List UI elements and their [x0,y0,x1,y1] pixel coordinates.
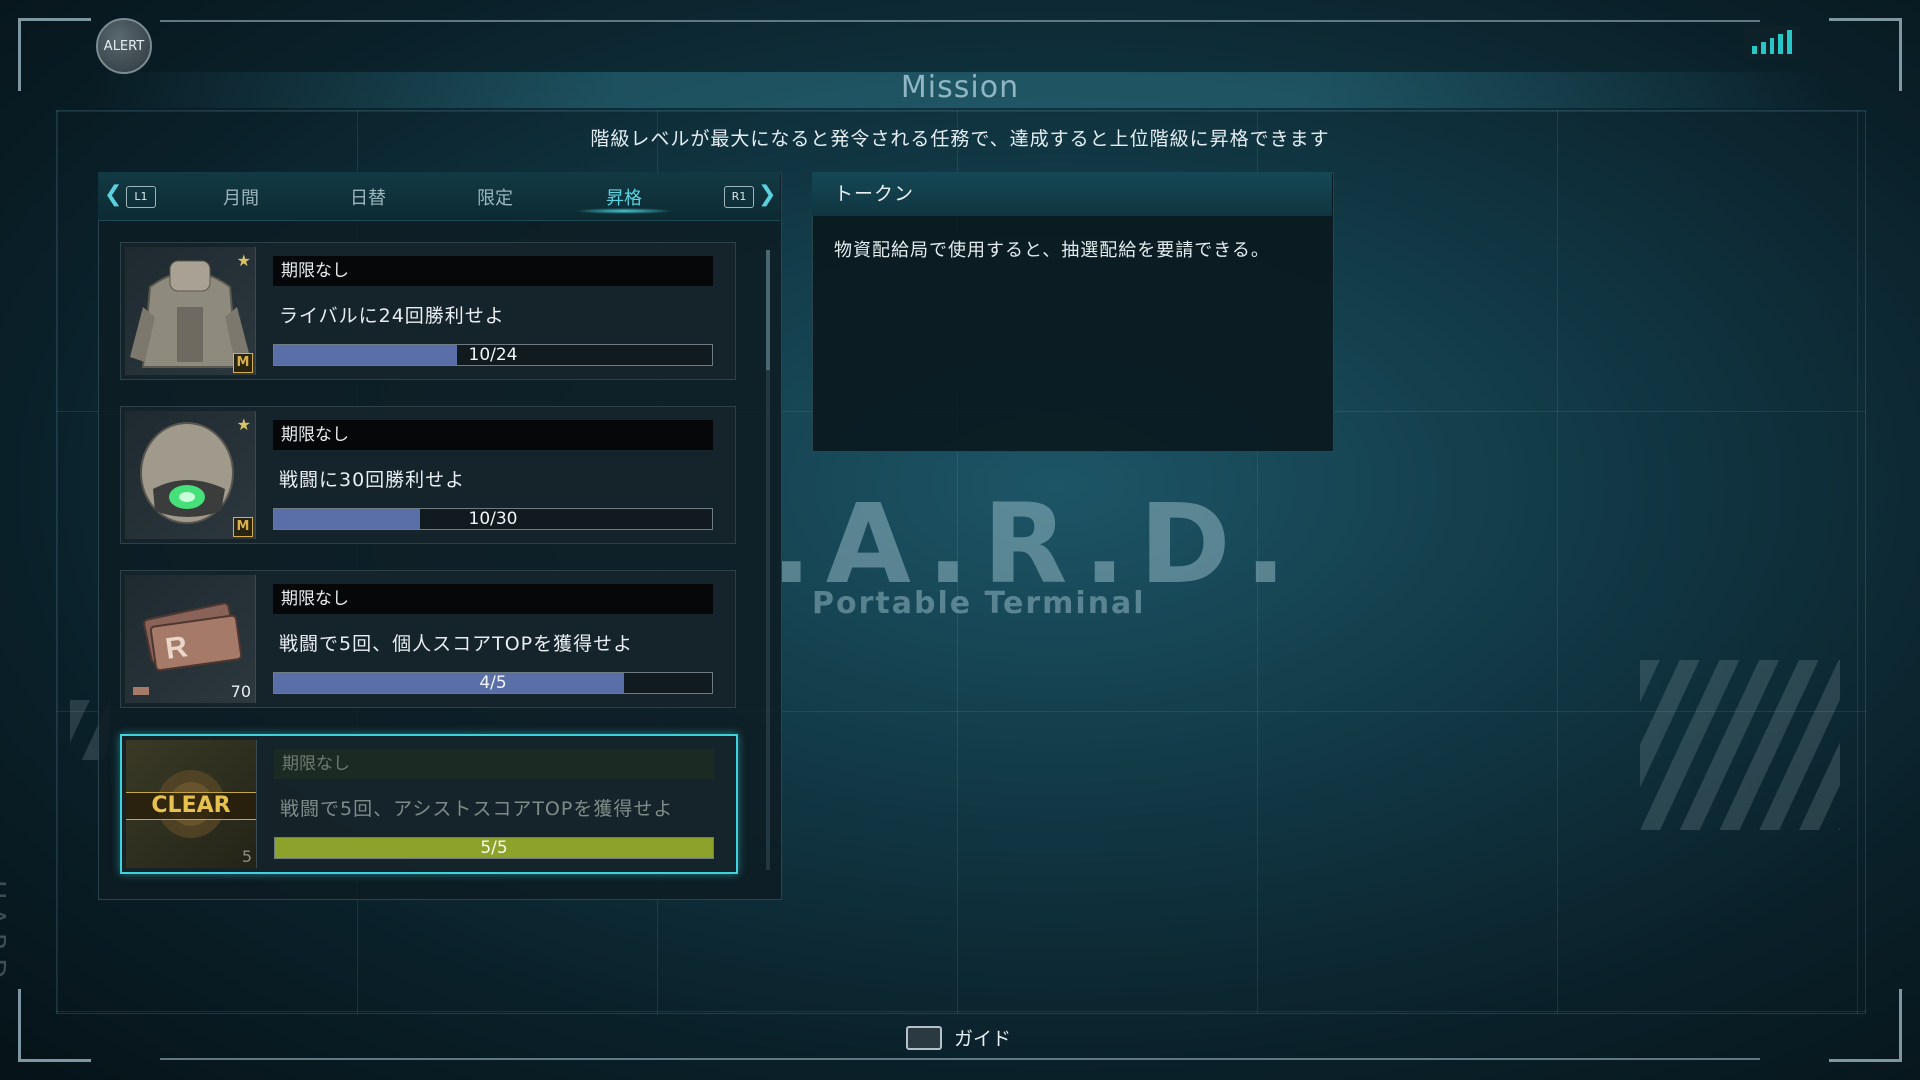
reward-recycle-ticket-icon: R 70 [125,575,256,703]
tab-daily[interactable]: 日替 [328,184,408,210]
progress-text: 4/5 [479,673,507,693]
reward-helmet-icon: ★ M [125,411,256,539]
mission-progress-bar: 5/5 [274,837,714,859]
alert-label: ALERT [103,38,145,54]
portable-terminal-watermark: Portable Terminal [812,586,1146,621]
tab-promotion[interactable]: 昇格 [584,184,664,210]
progress-text: 5/5 [480,838,508,858]
guide-hint[interactable]: ガイド [906,1024,1011,1051]
page-title: Mission [900,70,1020,105]
chevron-right-icon[interactable]: ❯ [758,182,776,207]
badge-label: M [233,353,253,373]
progress-text: 10/24 [468,345,518,365]
mission-description: ライバルに24回勝利せよ [279,305,505,327]
star-icon: ★ [236,251,251,270]
tab-monthly[interactable]: 月間 [201,184,281,210]
r1-button[interactable]: R1 [724,186,754,208]
chevron-left-icon[interactable]: ❮ [104,182,122,207]
frame-bottom-line [160,1058,1760,1060]
active-tab-indicator [574,208,674,214]
mission-card[interactable]: ★ M 期限なし 戦闘に30回勝利せよ 10/30 [120,406,736,544]
mission-card[interactable]: ★ M 期限なし ライバルに24回勝利せよ 10/24 [120,242,736,380]
l1-button[interactable]: L1 [126,186,156,208]
alert-button[interactable]: ALERT [96,18,152,74]
reward-detail-title: トークン [812,172,1332,216]
mission-scrollbar-thumb[interactable] [766,250,770,370]
page-subtitle: 階級レベルが最大になると発令される任務で、達成すると上位階級に昇格できます [590,128,1330,150]
mission-description: 戦闘で5回、個人スコアTOPを獲得せよ [279,633,634,655]
mission-limit: 期限なし [273,420,713,450]
mission-progress-bar: 10/24 [273,344,713,366]
badge-label: M [233,517,253,537]
mission-card[interactable]: R 70 期限なし 戦闘で5回、個人スコアTOPを獲得せよ 4/5 [120,570,736,708]
badge-label: 70 [230,682,251,701]
mission-tabs: ❮ L1 月間 日替 限定 昇格 R1 ❯ [98,172,780,221]
mission-limit: 期限なし [273,584,713,614]
decor-stripes-right [1640,660,1840,830]
mission-description: 戦闘で5回、アシストスコアTOPを獲得せよ [280,798,674,820]
side-watermark: H.A.R.D. [0,880,10,987]
frame-corner-br [1829,989,1902,1062]
reward-token-icon: CLEAR 5 [126,740,257,868]
reward-armor-jacket-icon: ★ M [125,247,256,375]
mission-progress-bar: 4/5 [273,672,713,694]
frame-corner-bl [18,989,91,1062]
mission-description: 戦闘に30回勝利せよ [279,469,466,491]
badge-label: 5 [241,847,252,866]
guide-label: ガイド [954,1028,1012,1050]
mission-limit: 期限なし [274,749,714,779]
clear-stamp: CLEAR [126,792,256,820]
mission-progress-bar: 10/30 [273,508,713,530]
mission-card-selected[interactable]: CLEAR 5 期限なし 戦闘で5回、アシストスコアTOPを獲得せよ 5/5 [120,734,738,874]
tab-limited[interactable]: 限定 [455,184,535,210]
mission-limit: 期限なし [273,256,713,286]
frame-top-line [160,20,1760,22]
reward-detail-text: 物資配給局で使用すると、抽選配給を要請できる。 [834,240,1270,261]
signal-strength-icon [1744,26,1800,60]
progress-text: 10/30 [468,509,518,529]
touchpad-button-icon [906,1025,942,1050]
star-icon: ★ [236,415,251,434]
